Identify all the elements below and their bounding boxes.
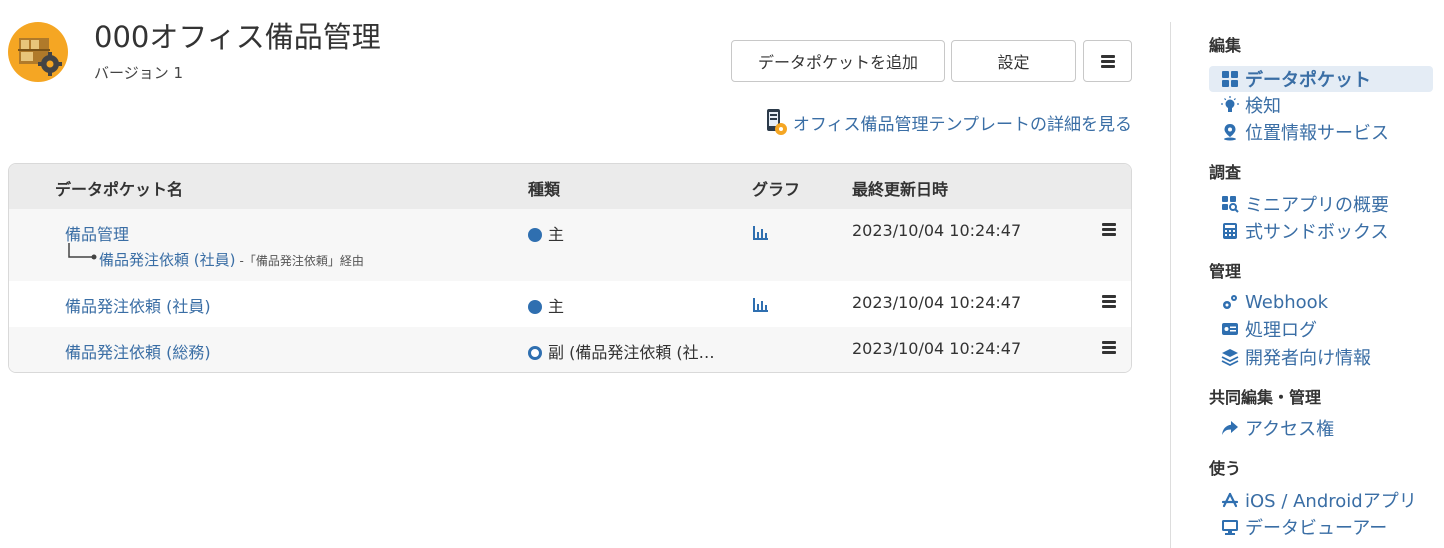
table-row: 備品管理 備品発注依頼 (社員) -「備品発注依頼」経由 主 2023/10/04… (9, 209, 1131, 281)
grid-icon (1222, 71, 1238, 87)
type-label: 副 (備品発注依頼 (社… (548, 343, 715, 362)
data-pocket-name-link[interactable]: 備品発注依頼 (社員) (65, 293, 211, 317)
gears-icon (1223, 295, 1237, 309)
tree-branch-icon (68, 243, 97, 260)
row-menu-icon[interactable] (1102, 293, 1116, 310)
app-icon (8, 22, 68, 82)
data-pocket-table: データポケット名 種類 グラフ 最終更新日時 備品管理 備品発注依頼 (社員) -… (8, 163, 1132, 373)
grid-search-icon (1222, 196, 1239, 213)
menu-button[interactable] (1083, 40, 1132, 82)
sidebar-divider (1170, 22, 1171, 548)
sidebar-item-label: データポケット (1245, 70, 1371, 91)
sidebar-item-mobile-app[interactable]: iOS / Androidアプリ (1209, 487, 1417, 513)
lightbulb-icon (1221, 96, 1239, 112)
hamburger-icon (1100, 53, 1115, 70)
column-header-type: 種類 (528, 180, 561, 199)
sidebar-item-label: iOS / Androidアプリ (1245, 491, 1417, 512)
updated-at: 2023/10/04 10:24:47 (852, 339, 1022, 358)
sidebar-item-label: アクセス権 (1245, 419, 1335, 440)
type-label: 主 (548, 297, 565, 316)
table-header: データポケット名 種類 グラフ 最終更新日時 (9, 164, 1131, 209)
type-cell: 副 (備品発注依頼 (社… (528, 339, 715, 363)
page-title: 000オフィス備品管理 (94, 20, 381, 54)
sidebar-item-data-pocket[interactable]: データポケット (1209, 66, 1433, 92)
type-cell: 主 (528, 221, 564, 245)
share-arrow-icon (1222, 421, 1238, 435)
sidebar-heading-collaboration: 共同編集・管理 (1209, 388, 1322, 407)
monitor-icon (1222, 520, 1238, 535)
log-card-icon (1222, 323, 1238, 335)
sidebar-heading-investigate: 調査 (1209, 163, 1242, 182)
template-details-link[interactable]: オフィス備品管理テンプレートの詳細を見る (765, 108, 1132, 136)
table-row: 備品発注依頼 (総務) 副 (備品発注依頼 (社… 2023/10/04 10:… (9, 327, 1131, 372)
sidebar-item-label: 位置情報サービス (1245, 123, 1389, 144)
sidebar-item-label: ミニアプリの概要 (1245, 195, 1389, 216)
mobile-template-icon (766, 109, 787, 135)
sidebar-heading-edit: 編集 (1209, 36, 1242, 55)
add-data-pocket-button[interactable]: データポケットを追加 (731, 40, 945, 82)
calculator-icon (1223, 223, 1237, 239)
primary-dot-icon (528, 300, 542, 314)
linked-pocket: 備品発注依頼 (社員) -「備品発注依頼」経由 (99, 249, 364, 270)
row-menu-icon[interactable] (1102, 221, 1116, 238)
secondary-dot-icon (528, 346, 542, 360)
sidebar-heading-manage: 管理 (1209, 262, 1242, 281)
bar-chart-icon[interactable] (752, 226, 768, 240)
sidebar-item-label: データビューアー (1245, 518, 1388, 539)
data-pocket-name-link[interactable]: 備品管理 (65, 221, 129, 245)
column-header-name: データポケット名 (55, 180, 184, 199)
app-store-icon (1221, 492, 1239, 508)
settings-button[interactable]: 設定 (951, 40, 1076, 82)
sidebar-item-process-log[interactable]: 処理ログ (1209, 316, 1317, 342)
sidebar-item-mini-app-overview[interactable]: ミニアプリの概要 (1209, 191, 1389, 217)
updated-at: 2023/10/04 10:24:47 (852, 221, 1022, 240)
version-label: バージョン 1 (94, 64, 184, 82)
map-pin-icon (1224, 124, 1236, 141)
sidebar-heading-use: 使う (1209, 459, 1242, 478)
sidebar-item-label: 式サンドボックス (1245, 222, 1389, 243)
sidebar-item-detection[interactable]: 検知 (1209, 92, 1281, 118)
row-menu-icon[interactable] (1102, 339, 1116, 356)
sidebar-item-location[interactable]: 位置情報サービス (1209, 119, 1389, 145)
template-link-label: オフィス備品管理テンプレートの詳細を見る (792, 114, 1132, 135)
sidebar-item-label: Webhook (1245, 291, 1329, 313)
linked-via-label: -「備品発注依頼」経由 (239, 254, 364, 268)
column-header-updated: 最終更新日時 (852, 180, 949, 199)
data-pocket-name-link[interactable]: 備品発注依頼 (総務) (65, 339, 211, 363)
type-cell: 主 (528, 293, 564, 317)
primary-dot-icon (528, 228, 542, 242)
sidebar-item-label: 処理ログ (1245, 320, 1317, 341)
type-label: 主 (548, 225, 565, 244)
column-header-chart: グラフ (752, 180, 801, 199)
table-row: 備品発注依頼 (社員) 主 2023/10/04 10:24:47 (9, 281, 1131, 327)
layers-icon (1221, 349, 1239, 366)
sidebar-item-label: 開発者向け情報 (1245, 348, 1371, 369)
sidebar-item-webhook[interactable]: Webhook (1209, 289, 1328, 315)
office-supplies-gear-icon (18, 38, 62, 76)
bar-chart-icon[interactable] (752, 298, 768, 312)
linked-pocket-link[interactable]: 備品発注依頼 (社員) (99, 251, 235, 269)
sidebar-item-formula-sandbox[interactable]: 式サンドボックス (1209, 218, 1388, 244)
sidebar-item-data-viewer[interactable]: データビューアー (1209, 514, 1387, 540)
updated-at: 2023/10/04 10:24:47 (852, 293, 1022, 312)
sidebar-item-access-rights[interactable]: アクセス権 (1209, 415, 1334, 441)
sidebar-item-label: 検知 (1245, 96, 1281, 117)
sidebar-item-developer-info[interactable]: 開発者向け情報 (1209, 344, 1371, 370)
